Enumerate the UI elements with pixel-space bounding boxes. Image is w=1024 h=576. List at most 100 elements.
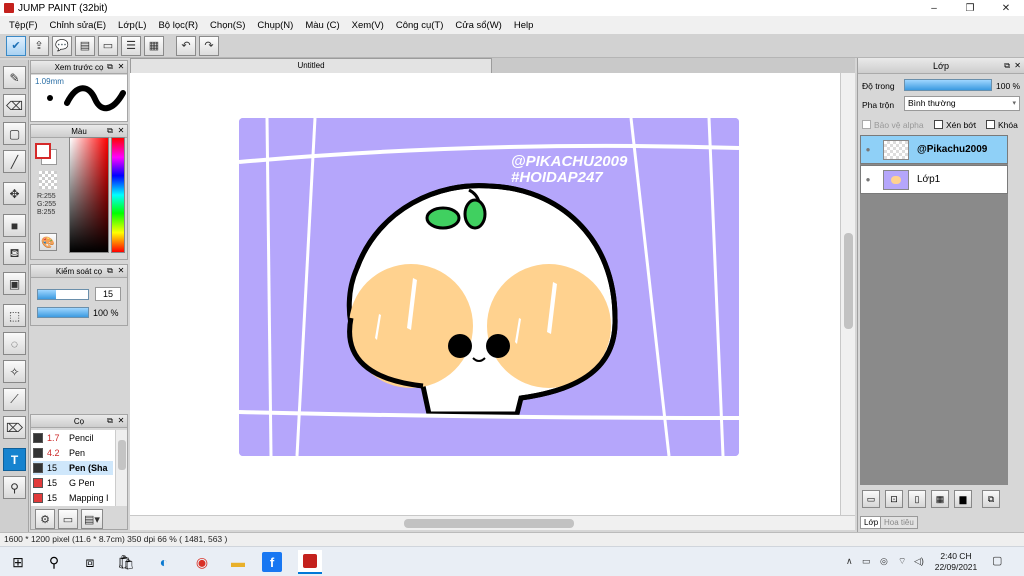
menu-window[interactable]: Cửa sổ(W) [449,20,507,31]
visibility-icon[interactable]: ● [861,175,875,184]
layer-row-pikachu[interactable]: ● @Pikachu2009 [860,135,1008,164]
maximize-button[interactable]: ❐ [952,0,988,16]
saturation-value-picker[interactable] [69,137,109,253]
menu-view[interactable]: Xem(V) [346,20,390,31]
protect-alpha-checkbox[interactable]: Bảo vệ alpha [862,120,924,130]
canvas-area[interactable]: @PIKACHU2009 #HOIDAP247 [130,73,840,515]
new-layer-icon[interactable]: ▭ [862,490,880,508]
palette-icon[interactable]: 🎨 [39,233,57,251]
notification-icon[interactable]: ▢ [992,554,1002,567]
select-eraser-tool-icon[interactable]: ⌦ [3,416,26,439]
store-icon[interactable]: 🛍 [114,550,138,574]
new-folder-icon[interactable]: ▆ [954,490,972,508]
cloud-check-icon[interactable]: ✔ [6,35,26,56]
select-rect-tool-icon[interactable]: ⬚ [3,304,26,327]
webcam-icon[interactable]: ◎ [880,556,888,567]
brush-item-g-pen[interactable]: 15 G Pen [33,476,113,490]
new-halftone-layer-icon[interactable]: ⊡ [885,490,903,508]
eyedropper-tool-icon[interactable]: ⚲ [3,476,26,499]
lasso-tool-icon[interactable]: ◌ [3,332,26,355]
edge-icon[interactable]: ◐ [152,550,176,574]
menu-file[interactable]: Tệp(F) [3,20,44,31]
horizontal-scroll-thumb[interactable] [404,519,574,528]
comment-icon[interactable]: 💬 [52,35,72,56]
layer-opacity-slider[interactable] [904,79,992,91]
panel-close-icon[interactable]: ✕ [116,266,126,276]
brush-item-pen[interactable]: 4.2 Pen [33,446,113,460]
brush-tool-icon[interactable]: ✎ [3,66,26,89]
new-8bit-layer-icon[interactable]: ▦ [931,490,949,508]
layer-row-layer1[interactable]: ● Lớp1 [860,165,1008,194]
menu-layer[interactable]: Lớp(L) [112,20,152,31]
transparent-color-swatch[interactable] [39,171,57,189]
menu-select[interactable]: Chọn(S) [204,20,251,31]
panel-close-icon[interactable]: ✕ [116,62,126,72]
new-1bit-layer-icon[interactable]: ▯ [908,490,926,508]
eraser-tool-icon[interactable]: ⌫ [3,94,26,117]
vertical-scrollbar[interactable] [840,73,855,515]
visibility-icon[interactable]: ● [861,145,875,154]
brush-settings-icon[interactable]: ⚙ [35,509,55,529]
brush-opacity-slider[interactable] [37,307,89,318]
line-tool-icon[interactable]: ╱ [3,150,26,173]
share-icon[interactable]: ⇪ [29,35,49,56]
foreground-color-swatch[interactable] [35,143,51,159]
list-icon[interactable]: ☰ [121,35,141,56]
volume-icon[interactable]: ◁) [914,556,924,567]
menu-edit[interactable]: Chỉnh sửa(E) [44,20,113,31]
chrome-icon[interactable]: ◉ [190,550,214,574]
panel-close-icon[interactable]: ✕ [116,126,126,136]
move-tool-icon[interactable]: ✥ [3,182,26,205]
magic-wand-tool-icon[interactable]: ✧ [3,360,26,383]
chat-icon[interactable]: ▤ [75,35,95,56]
hue-slider[interactable] [111,137,125,253]
bucket-tool-icon[interactable]: ⛾ [3,242,26,265]
lock-checkbox[interactable]: Khóa [986,120,1018,130]
popout-icon[interactable]: ⧉ [105,126,115,136]
select-pen-tool-icon[interactable]: ⟋ [3,388,26,411]
wifi-icon[interactable]: ⌔ [898,556,906,567]
brush-item-pencil[interactable]: 1.7 Pencil [33,431,113,445]
brush-item-pen-shading[interactable]: 15 Pen (Sha [33,461,113,475]
menu-color[interactable]: Màu (C) [299,20,345,31]
panel-close-icon[interactable]: ✕ [116,416,126,426]
clipping-checkbox[interactable]: Xén bớt [934,120,976,130]
rectangle-tool-icon[interactable]: ▢ [3,122,26,145]
tab-navigator[interactable]: Hoa tiêu [880,516,918,529]
popout-icon[interactable]: ⧉ [105,62,115,72]
brush-menu-icon[interactable]: ▤▾ [81,509,103,529]
menu-tools[interactable]: Công cụ(T) [390,20,450,31]
menu-help[interactable]: Help [508,20,540,31]
text-tool-icon[interactable]: T [3,448,26,471]
gradient-tool-icon[interactable]: ▣ [3,272,26,295]
tray-chevron-up-icon[interactable]: ∧ [846,556,853,567]
panel-close-icon[interactable]: ✕ [1014,58,1021,74]
windows-start-icon[interactable]: ⊞ [6,550,30,574]
popout-icon[interactable]: ⧉ [105,416,115,426]
brush-size-value[interactable]: 15 [95,287,121,301]
brush-size-slider[interactable] [37,289,89,300]
brush-list-scrollbar[interactable] [115,430,127,506]
new-brush-icon[interactable]: ▭ [58,509,78,529]
tab-untitled[interactable]: Untitled [130,58,492,73]
document-icon[interactable]: ▭ [98,35,118,56]
battery-icon[interactable]: ▭ [862,556,871,567]
facebook-icon[interactable]: f [262,552,282,572]
tab-layers[interactable]: Lớp [860,516,883,529]
horizontal-scrollbar[interactable] [130,515,855,530]
menu-capture[interactable]: Chụp(N) [251,20,299,31]
fill-shape-tool-icon[interactable]: ■ [3,214,26,237]
search-icon[interactable]: ⚲ [42,550,66,574]
task-view-icon[interactable]: ⧈ [78,550,102,574]
undo-icon[interactable]: ↶ [176,35,196,56]
blend-mode-select[interactable]: Bình thường ▾ [904,96,1020,111]
brush-item-mapping[interactable]: 15 Mapping I [33,491,113,505]
grid-settings-icon[interactable]: ▦ [144,35,164,56]
minimize-button[interactable]: – [916,0,952,16]
popout-icon[interactable]: ⧉ [105,266,115,276]
vertical-scroll-thumb[interactable] [844,233,853,329]
menu-filter[interactable]: Bộ lọc(R) [152,20,204,31]
redo-icon[interactable]: ↷ [199,35,219,56]
close-button[interactable]: ✕ [988,0,1024,16]
taskbar-clock[interactable]: 2:40 CH 22/09/2021 [934,551,978,573]
